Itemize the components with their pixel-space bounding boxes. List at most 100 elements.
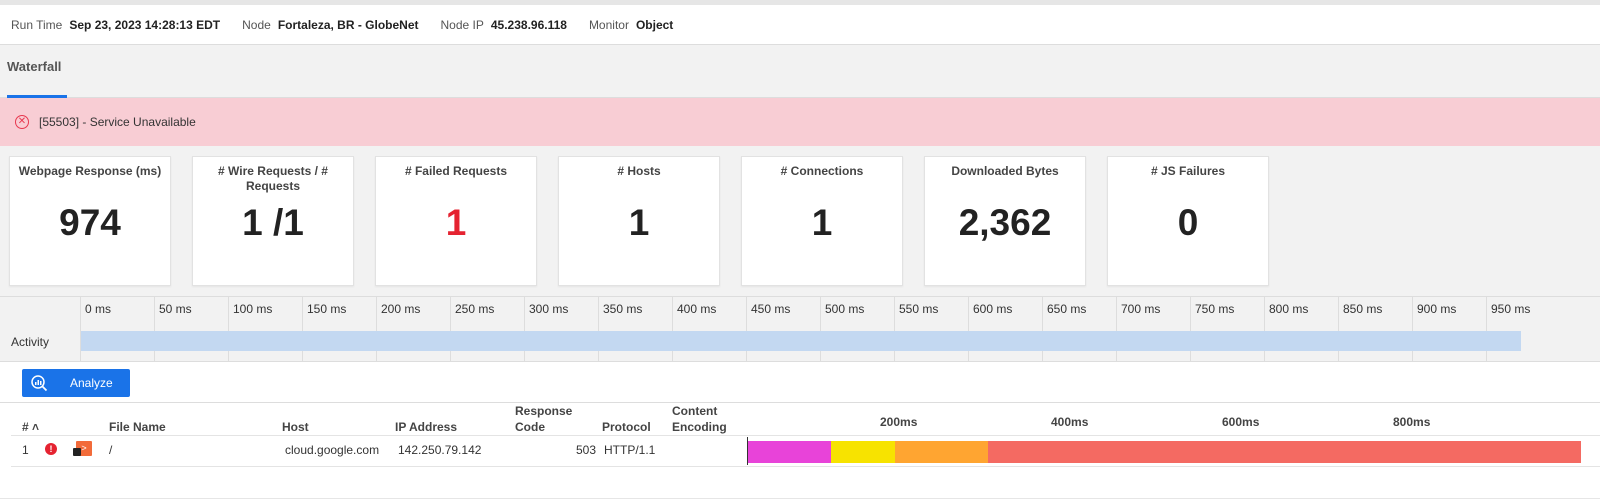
- waterfall-scale-label: 600ms: [1222, 415, 1260, 429]
- timeline-tick-label: 700 ms: [1121, 302, 1161, 316]
- timeline-tick-label: 150 ms: [307, 302, 347, 316]
- card-title: # JS Failures: [1150, 164, 1226, 178]
- run-time-label: Run Time: [11, 17, 63, 32]
- waterfall-scale-label: 200ms: [880, 415, 918, 429]
- timeline-tick: 400 ms: [672, 297, 716, 361]
- error-icon: !: [45, 443, 57, 455]
- alert-text: [55503] - Service Unavailable: [39, 115, 196, 129]
- card-webpage-response: Webpage Response (ms) 974: [9, 156, 171, 286]
- tab-bar: Waterfall: [0, 45, 1600, 98]
- timeline-tick: 800 ms: [1264, 297, 1308, 361]
- timeline-tick: 300 ms: [524, 297, 568, 361]
- row-ip: 142.250.79.142: [398, 443, 482, 457]
- card-value: 1: [628, 202, 650, 243]
- node-ip-value: 45.238.96.118: [490, 17, 567, 32]
- summary-cards: Webpage Response (ms) 974 # Wire Request…: [0, 146, 1600, 296]
- card-title: # Connections: [780, 164, 864, 178]
- timeline-tick-label: 500 ms: [825, 302, 865, 316]
- card-value: 974: [59, 202, 121, 243]
- row-response-code: 503: [576, 443, 597, 457]
- timeline-tick: 700 ms: [1116, 297, 1160, 361]
- card-title: Downloaded Bytes: [951, 164, 1059, 178]
- timeline-tick: 650 ms: [1042, 297, 1086, 361]
- timeline-tick: 200 ms: [376, 297, 420, 361]
- timeline-tick-label: 250 ms: [455, 302, 495, 316]
- waterfall-scale-label: 400ms: [1051, 415, 1089, 429]
- timeline-tick: 250 ms: [450, 297, 494, 361]
- timeline-tick: 50 ms: [154, 297, 192, 361]
- card-title: # Wire Requests / # Requests: [218, 164, 328, 193]
- run-time-value: Sep 23, 2023 14:28:13 EDT: [69, 17, 221, 32]
- activity-timeline: 0 ms 50 ms 100 ms 150 ms 200 ms 250 ms 300 ms 3…: [0, 296, 1600, 362]
- card-hosts: # Hosts 1: [558, 156, 720, 286]
- card-title: # Hosts: [617, 164, 661, 178]
- col-header-num[interactable]: # ˄: [22, 419, 39, 435]
- timeline-tick-label: 300 ms: [529, 302, 569, 316]
- tab-waterfall[interactable]: Waterfall: [0, 45, 67, 98]
- error-alert: ✕ [55503] - Service Unavailable: [0, 98, 1600, 146]
- timeline-tick-label: 400 ms: [677, 302, 717, 316]
- timeline-tick: 750 ms: [1190, 297, 1234, 361]
- activity-bar: [81, 331, 1521, 351]
- col-header-protocol[interactable]: Protocol: [602, 419, 651, 435]
- activity-label: Activity: [11, 335, 50, 349]
- col-header-response-code[interactable]: Response Code: [515, 403, 572, 435]
- timeline-tick: 150 ms: [302, 297, 346, 361]
- timeline-tick-label: 450 ms: [751, 302, 791, 316]
- timeline-tick-label: 650 ms: [1047, 302, 1087, 316]
- col-header-response-line1: Response: [515, 404, 573, 418]
- col-header-content-line1: Content: [672, 404, 718, 418]
- node-label: Node: [242, 17, 271, 32]
- timeline-tick: 950 ms: [1486, 297, 1530, 361]
- card-value: 1 /1: [242, 202, 304, 243]
- timeline-tick: 100 ms: [228, 297, 272, 361]
- lock-icon: [73, 448, 81, 456]
- card-downloaded-bytes: Downloaded Bytes 2,362: [924, 156, 1086, 286]
- card-title: Webpage Response (ms): [18, 164, 162, 178]
- card-title: # Failed Requests: [404, 164, 508, 178]
- timeline-tick-label: 0 ms: [85, 302, 112, 316]
- timeline-tick: 550 ms: [894, 297, 938, 361]
- timeline-tick: 850 ms: [1338, 297, 1382, 361]
- timeline-tick-label: 50 ms: [159, 302, 192, 316]
- timeline-tick-label: 800 ms: [1269, 302, 1309, 316]
- timeline-tick-label: 600 ms: [973, 302, 1013, 316]
- card-wire-requests: # Wire Requests / # Requests 1 /1: [192, 156, 354, 286]
- card-value: 1: [811, 202, 833, 243]
- node-value: Fortaleza, BR - GlobeNet: [277, 17, 419, 32]
- waterfall-segment-connect: [831, 441, 895, 463]
- timeline-tick: 900 ms: [1412, 297, 1456, 361]
- card-js-failures: # JS Failures 0: [1107, 156, 1269, 286]
- timeline-tick: 600 ms: [968, 297, 1012, 361]
- col-header-file-name[interactable]: File Name: [109, 419, 166, 435]
- timeline-tick: 350 ms: [598, 297, 642, 361]
- col-header-ip[interactable]: IP Address: [395, 419, 457, 435]
- waterfall-scale-label: 800ms: [1393, 415, 1431, 429]
- col-header-content-encoding[interactable]: Content Encoding: [672, 403, 727, 435]
- row-host: cloud.google.com: [285, 443, 380, 457]
- card-value: 0: [1177, 202, 1199, 243]
- card-connections: # Connections 1: [741, 156, 903, 286]
- header-divider: [11, 435, 1600, 436]
- tab-waterfall-label: Waterfall: [7, 59, 62, 74]
- error-circle-icon: ✕: [15, 115, 29, 129]
- timeline-tick-label: 350 ms: [603, 302, 643, 316]
- timeline-tick-label: 100 ms: [233, 302, 273, 316]
- monitor-label: Monitor: [588, 17, 629, 32]
- col-header-content-line2: Encoding: [672, 420, 727, 434]
- waterfall-segment-wait: [988, 441, 1581, 463]
- row-protocol: HTTP/1.1: [604, 443, 656, 457]
- timeline-tick-label: 750 ms: [1195, 302, 1235, 316]
- node-ip-label: Node IP: [440, 17, 484, 32]
- timeline-tick-label: 900 ms: [1417, 302, 1457, 316]
- timeline-tick: 450 ms: [746, 297, 790, 361]
- analyze-chart-icon: [31, 375, 48, 392]
- card-value: 2,362: [958, 202, 1052, 243]
- timeline-tick-label: 850 ms: [1343, 302, 1383, 316]
- timeline-tick-label: 550 ms: [899, 302, 939, 316]
- col-header-host[interactable]: Host: [282, 419, 309, 435]
- analyze-label: Analyze: [70, 376, 113, 390]
- col-header-response-line2: Code: [515, 420, 545, 434]
- row-file-name[interactable]: /: [109, 443, 112, 457]
- analyze-button[interactable]: Analyze: [22, 369, 130, 397]
